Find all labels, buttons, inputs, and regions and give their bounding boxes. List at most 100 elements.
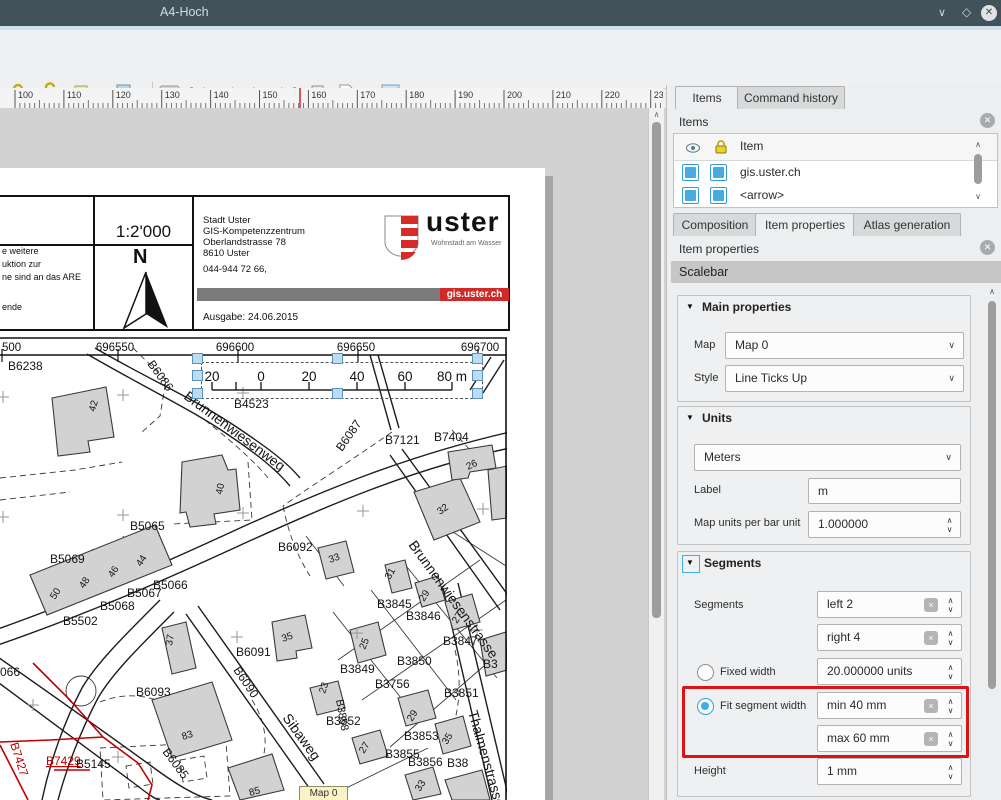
selection-handle[interactable] (472, 388, 483, 399)
tab-items[interactable]: Items (675, 86, 739, 109)
svg-text:066: 066 (0, 665, 20, 679)
banner-bar (197, 288, 440, 301)
height-spinbox[interactable]: 1 mm ∧∨ (817, 758, 962, 785)
map-combobox[interactable]: Map 0 ∨ (725, 332, 964, 359)
svg-text:B5502: B5502 (63, 614, 98, 628)
items-table[interactable]: Item ∧ ∨ gis.uster.ch <arrow> (673, 133, 998, 208)
visibility-checkbox[interactable] (682, 164, 699, 181)
spinbox-value: min 40 mm (827, 693, 886, 718)
collapse-triangle-icon[interactable]: ▼ (686, 558, 694, 567)
address-line: GIS-Kompetenzzentrum (203, 226, 305, 237)
list-scroll-down-icon[interactable]: ∨ (971, 192, 985, 201)
titlebar: A4-Hoch ∨ ◇ ✕ (0, 0, 1001, 26)
fit-min-spinbox[interactable]: min 40 mm × ∧∨ (817, 692, 962, 719)
clear-icon[interactable]: × (924, 732, 938, 746)
segments-label: Segments (694, 599, 744, 611)
margin-note-line: ne sind an das ARE (2, 272, 81, 282)
label-input[interactable]: m (808, 478, 961, 504)
map-units-per-bar-unit-spinbox[interactable]: 1.000000 ∧∨ (808, 511, 961, 538)
style-combobox[interactable]: Line Ticks Up ∨ (725, 365, 964, 392)
svg-text:160: 160 (311, 90, 326, 100)
horizontal-ruler: 1001101201301401501601701801902002102202… (0, 88, 663, 109)
spinner-arrows-icon[interactable]: ∧∨ (945, 730, 956, 748)
canvas-vertical-scrollbar[interactable]: ∧ (648, 108, 664, 800)
tab-item-properties[interactable]: Item properties (755, 213, 855, 236)
clear-icon[interactable]: × (924, 598, 938, 612)
collapse-triangle-icon[interactable]: ▼ (686, 302, 694, 311)
fit-max-spinbox[interactable]: max 60 mm × ∧∨ (817, 725, 962, 752)
tab-command-history[interactable]: Command history (737, 86, 845, 109)
svg-text:130: 130 (165, 90, 180, 100)
spinbox-value: left 2 (827, 592, 853, 617)
scroll-up-icon[interactable]: ∧ (649, 110, 664, 119)
spinner-arrows-icon[interactable]: ∧∨ (945, 663, 956, 681)
svg-text:B3856: B3856 (408, 755, 443, 769)
fit-segment-width-radio[interactable] (697, 698, 714, 715)
tab-composition[interactable]: Composition (673, 213, 757, 236)
selection-handle[interactable] (332, 353, 343, 364)
svg-text:B5067: B5067 (127, 586, 162, 600)
visibility-checkbox[interactable] (682, 187, 699, 204)
table-row[interactable]: <arrow> (674, 183, 969, 206)
units-combobox[interactable]: Meters ∨ (694, 444, 961, 471)
chevron-down-icon: ∨ (948, 333, 955, 358)
selection-handle[interactable] (192, 370, 203, 381)
clear-icon[interactable]: × (924, 631, 938, 645)
group-title: Main properties (702, 300, 791, 314)
svg-text:B6091: B6091 (236, 645, 271, 659)
spinner-arrows-icon[interactable]: ∧∨ (945, 596, 956, 614)
table-row[interactable]: gis.uster.ch (674, 160, 969, 183)
composition-canvas[interactable]: 1:2'000 N e weitere uktion zur ne sind a… (0, 108, 666, 800)
maximize-icon[interactable]: ◇ (962, 5, 971, 19)
svg-text:B6092: B6092 (278, 540, 313, 554)
spinner-arrows-icon[interactable]: ∧∨ (945, 697, 956, 715)
selection-handle[interactable] (472, 353, 483, 364)
svg-text:170: 170 (360, 90, 375, 100)
panel-scroll-up-icon[interactable]: ∧ (985, 287, 999, 296)
svg-text:B7427: B7427 (7, 741, 31, 779)
banner-url: gis.uster.ch (440, 288, 509, 301)
item-properties-close-icon[interactable]: ✕ (980, 240, 995, 255)
clear-icon[interactable]: × (924, 699, 938, 713)
svg-text:696600: 696600 (216, 342, 254, 354)
selection-handle[interactable] (192, 353, 203, 364)
spinner-arrows-icon[interactable]: ∧∨ (945, 629, 956, 647)
lock-checkbox[interactable] (710, 164, 727, 181)
items-panel-close-icon[interactable]: ✕ (980, 113, 995, 128)
svg-text:B3853: B3853 (404, 729, 439, 743)
fixed-width-spinbox[interactable]: 20.000000 units ∧∨ (817, 658, 962, 685)
panel-scrollbar-thumb[interactable] (988, 301, 996, 689)
tab-atlas-generation[interactable]: Atlas generation (853, 213, 961, 236)
spinner-arrows-icon[interactable]: ∧∨ (945, 763, 956, 781)
segments-right-spinbox[interactable]: right 4 × ∧∨ (817, 624, 962, 651)
list-scrollbar-thumb[interactable] (974, 154, 982, 184)
list-scroll-up-icon[interactable]: ∧ (971, 140, 985, 149)
lock-column-icon (714, 139, 728, 158)
selection-handle[interactable] (332, 388, 343, 399)
segments-left-spinbox[interactable]: left 2 × ∧∨ (817, 591, 962, 618)
north-arrow-icon (146, 272, 168, 328)
address-line: Stadt Uster (203, 215, 251, 226)
segments-group: ▼ Segments Segments left 2 × ∧∨ right 4 … (677, 551, 971, 797)
uster-logo-text: uster (426, 206, 499, 238)
selection-handle[interactable] (472, 370, 483, 381)
spinbox-value: 1 mm (827, 759, 857, 784)
item-properties-title: Item properties (679, 242, 759, 256)
close-window-icon[interactable]: ✕ (981, 5, 997, 21)
spinner-arrows-icon[interactable]: ∧∨ (944, 516, 955, 534)
map-units-per-bar-unit-label: Map units per bar unit (694, 517, 800, 529)
map-scale-text: 1:2'000 (94, 222, 193, 242)
svg-text:180: 180 (409, 90, 424, 100)
svg-text:B6093: B6093 (136, 685, 171, 699)
margin-note-line: uktion zur (2, 259, 41, 269)
svg-text:150: 150 (263, 90, 278, 100)
uster-logo-subtitle: Wohnstadt am Wasser (431, 240, 501, 247)
svg-text:200: 200 (507, 90, 522, 100)
shade-icon[interactable]: ∨ (938, 6, 946, 19)
collapse-triangle-icon[interactable]: ▼ (686, 413, 694, 422)
map-frame[interactable]: 50069655069660069665069670020020406080 m… (0, 337, 507, 800)
fixed-width-radio[interactable] (697, 664, 714, 681)
lock-checkbox[interactable] (710, 187, 727, 204)
selection-handle[interactable] (192, 388, 203, 399)
scrollbar-thumb[interactable] (652, 122, 661, 618)
